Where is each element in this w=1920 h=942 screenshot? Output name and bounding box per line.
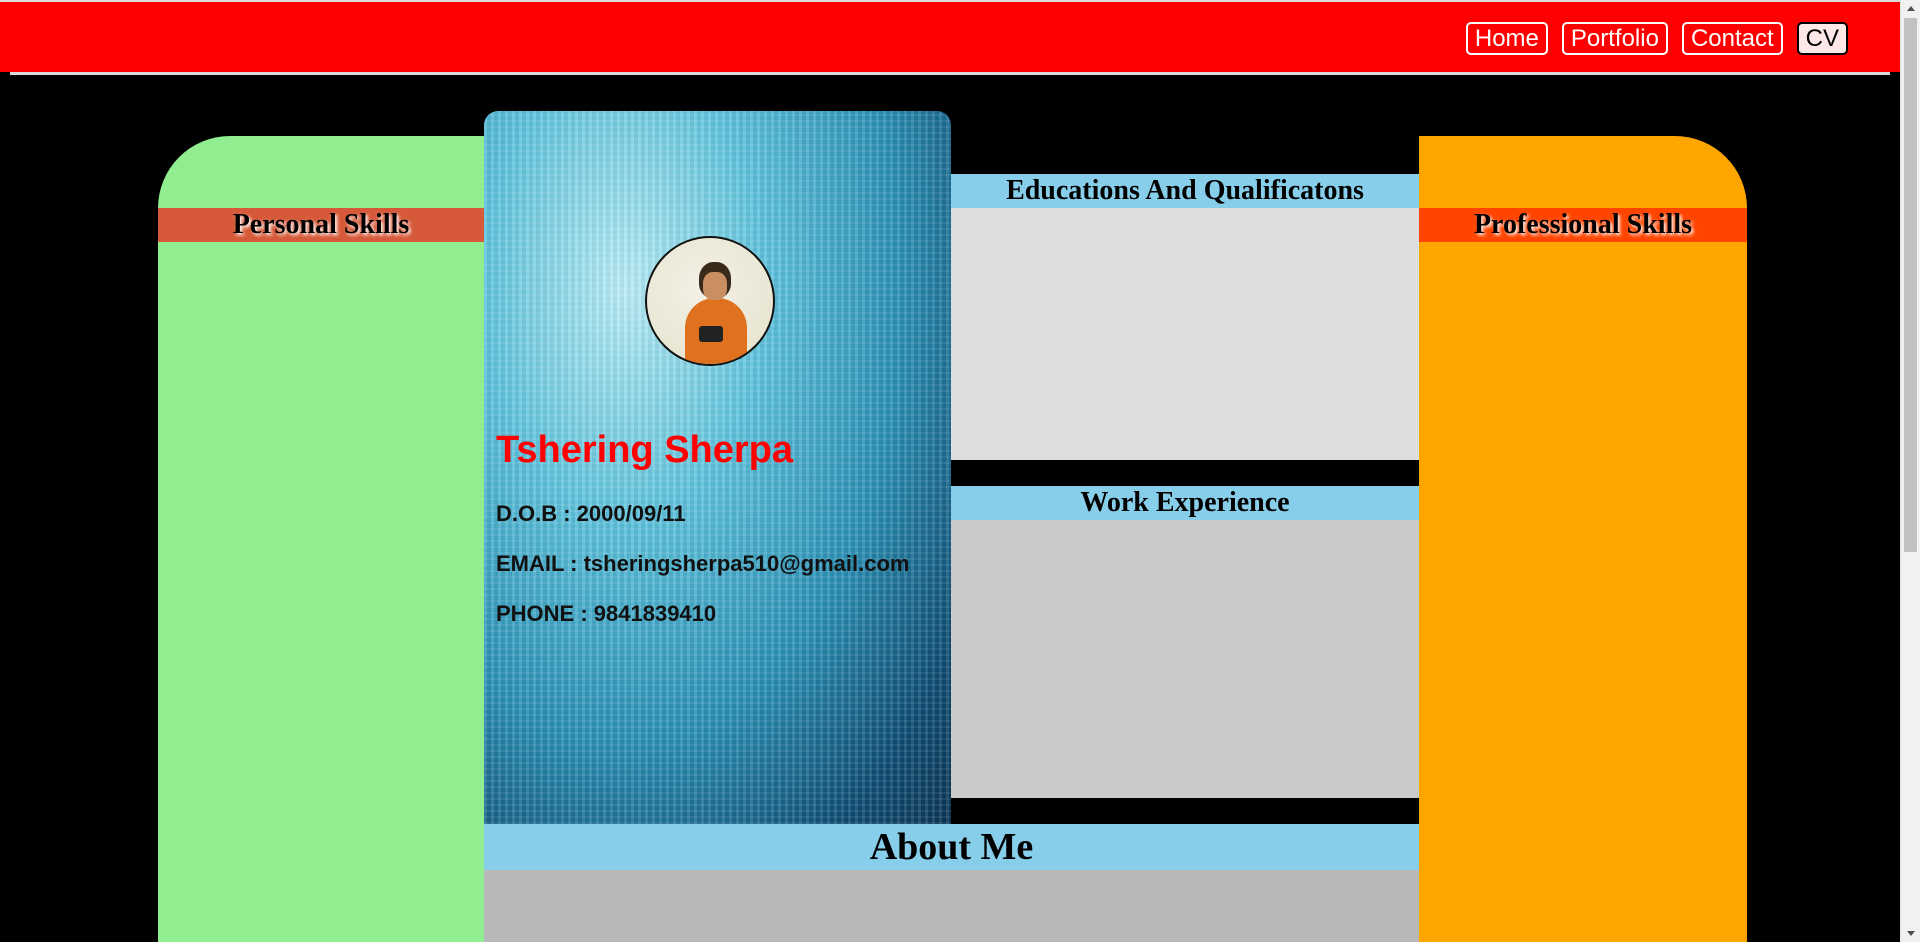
personal-skills-heading: Personal Skills <box>158 208 484 242</box>
work-experience-panel <box>951 520 1419 798</box>
nav-menu: Home Portfolio Contact CV <box>1465 22 1848 55</box>
scroll-down-arrow-icon[interactable] <box>1901 925 1920 942</box>
profile-avatar <box>645 236 775 366</box>
nav-contact-link[interactable]: Contact <box>1681 22 1783 55</box>
profile-card: Tshering Sherpa D.O.B : 2000/09/11 EMAIL… <box>484 111 951 824</box>
scrollbar-thumb[interactable] <box>1904 18 1917 552</box>
vertical-scrollbar[interactable] <box>1900 0 1920 942</box>
professional-skills-column: Professional Skills <box>1419 136 1747 942</box>
nav-home-link[interactable]: Home <box>1465 22 1548 55</box>
top-navbar: Home Portfolio Contact CV <box>0 0 1900 72</box>
navbar-divider <box>10 72 1890 75</box>
scroll-up-arrow-icon[interactable] <box>1901 0 1920 17</box>
about-me-heading: About Me <box>484 824 1419 870</box>
nav-portfolio-link[interactable]: Portfolio <box>1561 22 1668 55</box>
work-experience-heading: Work Experience <box>951 486 1419 520</box>
professional-skills-heading: Professional Skills <box>1419 208 1747 242</box>
profile-dob: D.O.B : 2000/09/11 <box>496 501 686 526</box>
education-heading: Educations And Qualificatons <box>951 174 1419 208</box>
profile-phone: PHONE : 9841839410 <box>496 601 717 626</box>
about-me-panel <box>484 870 1419 942</box>
personal-skills-column: Personal Skills <box>158 136 484 942</box>
education-panel <box>951 208 1419 460</box>
profile-email: EMAIL : tsheringsherpa510@gmail.com <box>496 551 910 576</box>
camera-icon <box>699 326 723 342</box>
profile-name: Tshering Sherpa <box>496 429 794 471</box>
nav-cv-link[interactable]: CV <box>1796 22 1848 55</box>
